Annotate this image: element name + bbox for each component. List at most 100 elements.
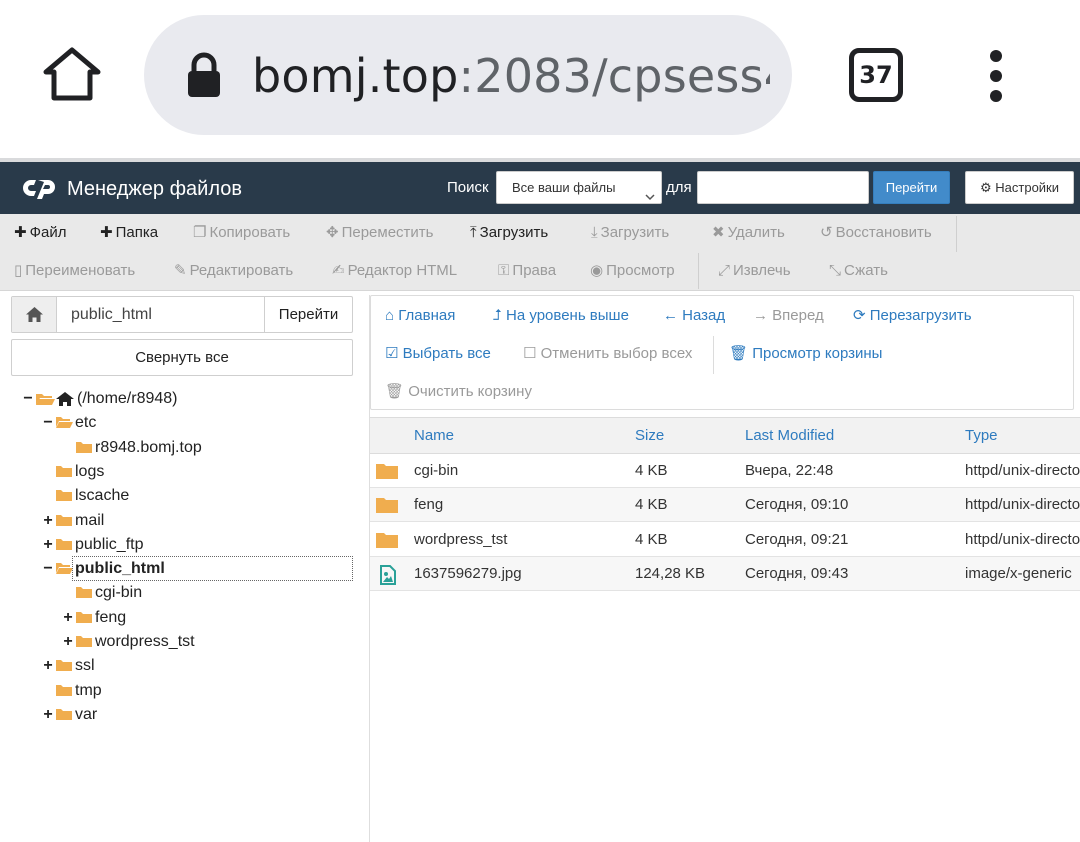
folder-icon — [75, 585, 93, 600]
nav-back-button[interactable]: ← Назад — [663, 306, 725, 326]
url-path: :2083/cpsess43 — [458, 49, 770, 103]
empty-trash-button[interactable]: 🗑 Очистить корзину — [385, 382, 532, 402]
compress-label: Сжать — [844, 262, 888, 279]
tree-item[interactable]: + public_ftp — [42, 534, 340, 556]
file-icon: ▯ — [14, 262, 23, 279]
expand-toggle[interactable]: + — [42, 655, 54, 677]
delete-button[interactable]: ✖ Удалить — [712, 223, 785, 243]
home-icon[interactable] — [40, 42, 104, 106]
collapse-toggle[interactable]: − — [22, 388, 34, 410]
tree-item[interactable]: − etc — [42, 412, 340, 434]
key-icon: ⚿ — [498, 262, 510, 279]
tree-item[interactable]: + feng — [62, 607, 340, 629]
url-text[interactable]: bomj.top:2083/cpsess43 — [252, 46, 770, 106]
expand-toggle[interactable]: + — [62, 631, 74, 653]
tree-item-label: ssl — [75, 657, 95, 675]
new-folder-button[interactable]: ✚ Папка — [100, 223, 158, 243]
edit-label: Редактировать — [189, 262, 294, 279]
nav-up-button[interactable]: ⮥ На уровень выше — [493, 306, 629, 326]
lock-icon[interactable] — [186, 52, 222, 98]
select-all-button[interactable]: ☑ Выбрать все — [385, 344, 491, 364]
table-row[interactable]: cgi-bin 4 KB Вчера, 22:48 httpd/unix-direct… — [370, 454, 1080, 488]
view-button[interactable]: ◉ Просмотр — [590, 261, 675, 281]
compress-button[interactable]: ⤡ Сжать — [829, 261, 888, 281]
tree-item[interactable]: logs — [42, 461, 340, 483]
tree-item[interactable]: + var — [42, 704, 340, 726]
column-name-header[interactable]: Name — [414, 427, 454, 445]
collapse-all-button[interactable]: Свернуть все — [11, 339, 353, 376]
tree-item[interactable]: − (/home/r8948) — [22, 388, 340, 410]
file-type: image/x-generic — [965, 565, 1072, 583]
level-up-icon: ⮥ — [493, 307, 502, 324]
move-button[interactable]: ✥ Переместить — [326, 223, 433, 243]
checkbox-empty-icon: ☐ — [523, 345, 537, 362]
nav-forward-button[interactable]: → Вперед — [753, 306, 824, 326]
deselect-all-button[interactable]: ☐ Отменить выбор всех — [523, 344, 692, 364]
rename-button[interactable]: ▯ Переименовать — [14, 261, 135, 281]
file-type: httpd/unix-directory — [965, 530, 1080, 548]
tree-item-label: wordpress_tst — [95, 633, 195, 650]
column-size-header[interactable]: Size — [635, 427, 664, 445]
home-dir-button[interactable] — [12, 297, 57, 332]
tree-item-label: lscache — [75, 487, 130, 505]
path-input[interactable]: public_html — [71, 305, 152, 325]
folder-icon — [55, 537, 73, 552]
home-icon — [26, 307, 43, 322]
folder-icon — [375, 531, 399, 549]
nav-reload-label: Перезагрузить — [869, 307, 972, 324]
tab-switcher-button[interactable]: 37 — [849, 48, 903, 102]
expand-toggle[interactable]: + — [42, 534, 54, 556]
collapse-toggle[interactable]: − — [42, 412, 54, 434]
file-size: 4 KB — [635, 530, 668, 548]
copy-button[interactable]: ❐ Копировать — [193, 223, 290, 243]
image-file-icon — [375, 565, 399, 586]
more-menu-icon[interactable] — [984, 50, 1008, 102]
column-modified-header[interactable]: Last Modified — [745, 427, 834, 445]
permissions-button[interactable]: ⚿ Права — [498, 261, 556, 281]
download-button[interactable]: ⤓ Загрузить — [591, 223, 669, 243]
table-row[interactable]: 1637596279.jpg 124,28 KB Сегодня, 09:43 ima… — [370, 557, 1080, 592]
eye-icon: ◉ — [590, 262, 604, 279]
plus-icon: ✚ — [14, 224, 27, 241]
table-row[interactable]: feng 4 KB Сегодня, 09:10 httpd/unix-directo… — [370, 488, 1080, 523]
expand-icon: ⤢ — [718, 262, 731, 279]
tree-item[interactable]: + wordpress_tst — [62, 631, 340, 653]
tree-item[interactable]: r8948.bomj.top — [62, 437, 340, 459]
page-title: Менеджер файлов — [67, 178, 242, 200]
move-icon: ✥ — [326, 224, 339, 241]
expand-toggle[interactable]: + — [42, 704, 54, 726]
gear-icon: ⚙ — [979, 180, 992, 195]
expand-toggle[interactable]: + — [62, 607, 74, 629]
nav-up-label: На уровень выше — [506, 307, 629, 324]
file-modified: Сегодня, 09:43 — [745, 565, 849, 583]
restore-label: Восстановить — [835, 224, 932, 241]
nav-home-label: Главная — [398, 307, 456, 324]
expand-toggle[interactable]: + — [42, 510, 54, 532]
trash-icon: 🗑 — [729, 345, 749, 362]
folder-icon — [55, 658, 73, 673]
column-type-header[interactable]: Type — [965, 427, 998, 445]
search-scope-select[interactable]: Все ваши файлы — [496, 171, 662, 204]
nav-home-button[interactable]: ⌂ Главная — [385, 306, 455, 326]
nav-reload-button[interactable]: ⟳ Перезагрузить — [853, 306, 972, 326]
search-input[interactable] — [697, 171, 869, 204]
new-file-button[interactable]: ✚ Файл — [14, 223, 66, 243]
edit-button[interactable]: ✎ Редактировать — [174, 261, 293, 281]
tree-item[interactable]: cgi-bin — [62, 582, 340, 604]
tree-item[interactable]: + mail — [42, 510, 340, 532]
tree-item[interactable]: + ssl — [42, 655, 340, 677]
table-row[interactable]: wordpress_tst 4 KB Сегодня, 09:21 httpd/uni… — [370, 523, 1080, 557]
view-trash-button[interactable]: 🗑 Просмотр корзины — [729, 344, 882, 364]
tree-item[interactable]: tmp — [42, 680, 340, 702]
tree-item[interactable]: lscache — [42, 485, 340, 507]
html-editor-button[interactable]: ✍ Редактор HTML — [332, 261, 457, 281]
collapse-toggle[interactable]: − — [42, 558, 54, 580]
nav-back-label: Назад — [682, 307, 726, 324]
restore-button[interactable]: ↺ Восстановить — [820, 223, 932, 243]
path-go-button[interactable]: Перейти — [264, 297, 352, 332]
extract-button[interactable]: ⤢ Извлечь — [718, 261, 791, 281]
upload-button[interactable]: ⤒ Загрузить — [470, 223, 548, 243]
url-host: bomj.top — [252, 49, 459, 103]
search-go-button[interactable]: Перейти — [873, 171, 950, 204]
settings-button[interactable]: ⚙ Настройки — [965, 171, 1074, 204]
